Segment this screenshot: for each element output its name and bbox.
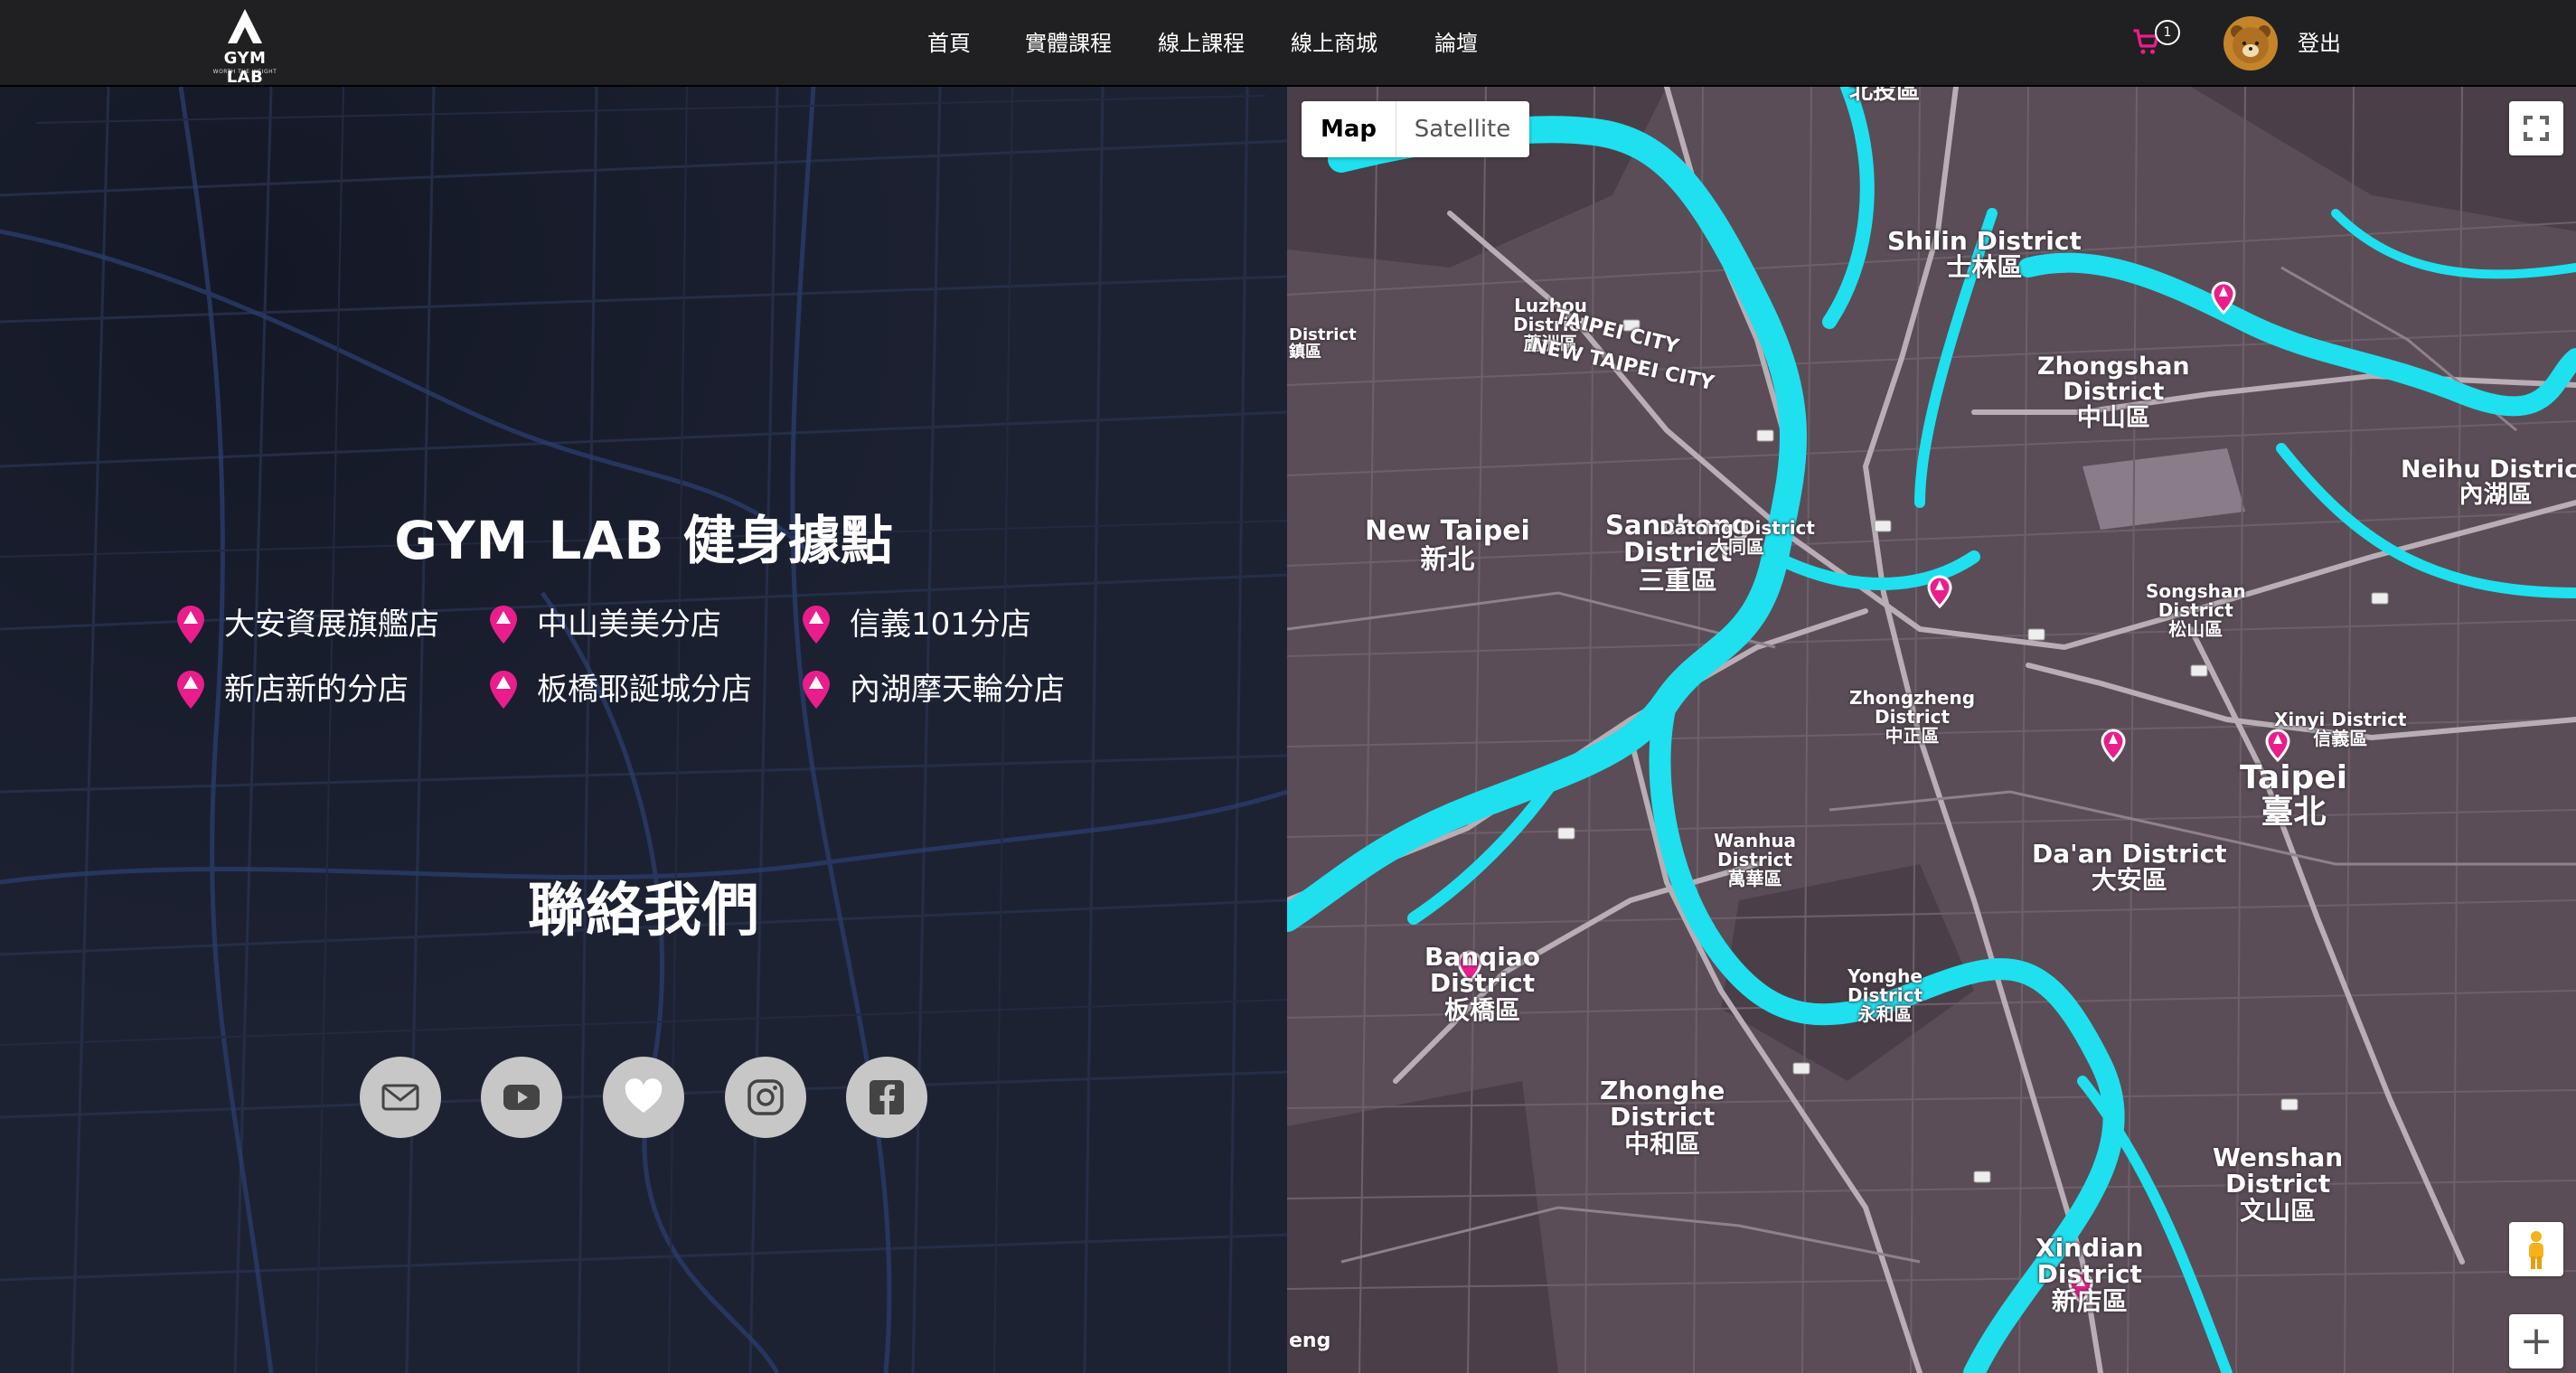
mail-icon: [381, 1084, 419, 1111]
facebook-icon: [870, 1080, 904, 1114]
location-pin-icon: [803, 671, 830, 709]
map-label-zhongshan: Zhongshan District 中山區: [2037, 353, 2190, 432]
contact-title: 聯絡我們: [528, 878, 759, 945]
instagram-button[interactable]: [725, 1057, 806, 1138]
map-label-new-taipei: New Taipei 新北: [1365, 515, 1530, 576]
locations-contact-panel: GYM LAB 健身據點 大安資展旗艦店 中山美美分店 信義101分店 新店新的…: [0, 87, 1287, 1373]
location-pin-icon: [177, 606, 204, 644]
map-label-zhonghe: Zhonghe District 中和區: [1600, 1076, 1725, 1159]
fullscreen-button[interactable]: [2509, 101, 2563, 155]
branch-label: 內湖摩天輪分店: [850, 672, 1065, 708]
google-map[interactable]: 北投區 Shilin District 士林區 Zhongshan Distri…: [1287, 87, 2576, 1373]
gym-lab-logo[interactable]: GYM LAB WORTH THE WEIGHT: [206, 7, 284, 87]
map-label-datong: Datong District 大同區: [1659, 517, 1815, 558]
map-type-satellite-button[interactable]: Satellite: [1396, 101, 1529, 157]
top-navbar: GYM LAB WORTH THE WEIGHT 首頁 實體課程 線上課程 線上…: [0, 0, 2576, 87]
pegman-icon: [2529, 1231, 2543, 1269]
locations-title-text: 健身據點: [664, 510, 893, 571]
mail-button[interactable]: [360, 1057, 441, 1138]
nav-forum[interactable]: 論壇: [1434, 27, 1478, 60]
instagram-icon: [747, 1079, 784, 1115]
nav-home[interactable]: 首頁: [927, 27, 971, 60]
branch-label: 大安資展旗艦店: [224, 607, 439, 643]
nav-physical-courses[interactable]: 實體課程: [1025, 27, 1112, 60]
map-label-yonghe: Yonghe District 永和區: [1847, 965, 1923, 1025]
map-label-daan: Da'an District 大安區: [2032, 839, 2227, 896]
map-label-neihu: Neihu District 內湖區: [2401, 456, 2576, 510]
street-view-button[interactable]: [2509, 1222, 2563, 1276]
branch-label: 新店新的分店: [224, 672, 409, 708]
zoom-in-button[interactable]: +: [2509, 1314, 2563, 1368]
locations-title: GYM LAB 健身據點: [0, 498, 1287, 574]
branch-label: 信義101分店: [850, 607, 1031, 643]
nav-online-store[interactable]: 線上商城: [1291, 27, 1377, 60]
map-label-wenshan: Wenshan District 文山區: [2213, 1143, 2344, 1226]
favorite-button[interactable]: [603, 1057, 684, 1138]
map-label-xinyi: Xinyi District 信義區: [2274, 709, 2407, 749]
location-pin-icon: [490, 606, 517, 644]
location-pin-icon: [177, 671, 204, 709]
branch-label: 板橋耶誕城分店: [537, 672, 752, 708]
map-label-xindian: Xindian District 新店區: [2035, 1233, 2144, 1316]
map-label-taipei: Taipei 臺北: [2240, 759, 2348, 831]
background-map-pattern: [0, 87, 1287, 1373]
branch-label: 中山美美分店: [537, 607, 721, 643]
map-label-beitou: 北投區: [1849, 87, 1921, 105]
youtube-icon: [503, 1085, 540, 1110]
location-pin-icon: [803, 606, 830, 644]
nav-online-courses[interactable]: 線上課程: [1158, 27, 1245, 60]
map-label-zhongzheng: Zhongzheng District 中正區: [1849, 687, 1976, 747]
map-label-wanhua: Wanhua District 萬華區: [1714, 830, 1797, 889]
logo-text: GYM LAB: [223, 49, 267, 87]
map-label-left-district: District 鎮區: [1289, 325, 1357, 362]
map-label-bottom-left: eng: [1289, 1330, 1331, 1352]
location-pin-icon: [490, 671, 517, 709]
user-avatar[interactable]: [2223, 16, 2278, 71]
map-label-shilin: Shilin District 士林區: [1887, 226, 2082, 283]
map-type-map-button[interactable]: Map: [1302, 101, 1396, 157]
map-type-control: Map Satellite: [1302, 101, 1529, 157]
map-label-songshan: Songshan District 松山區: [2146, 580, 2246, 640]
cart-count-badge: 1: [2155, 20, 2180, 45]
logo-triangle-icon: [228, 9, 262, 43]
logo-tagline: WORTH THE WEIGHT: [212, 69, 277, 75]
facebook-button[interactable]: [846, 1057, 927, 1138]
logout-button[interactable]: 登出: [2298, 27, 2341, 60]
map-label-banqiao: Banqiao District 板橋區: [1424, 942, 1540, 1025]
fullscreen-icon: [2524, 116, 2549, 141]
youtube-button[interactable]: [481, 1057, 562, 1138]
heart-icon: [625, 1078, 663, 1113]
locations-title-brand: GYM LAB: [394, 510, 665, 571]
